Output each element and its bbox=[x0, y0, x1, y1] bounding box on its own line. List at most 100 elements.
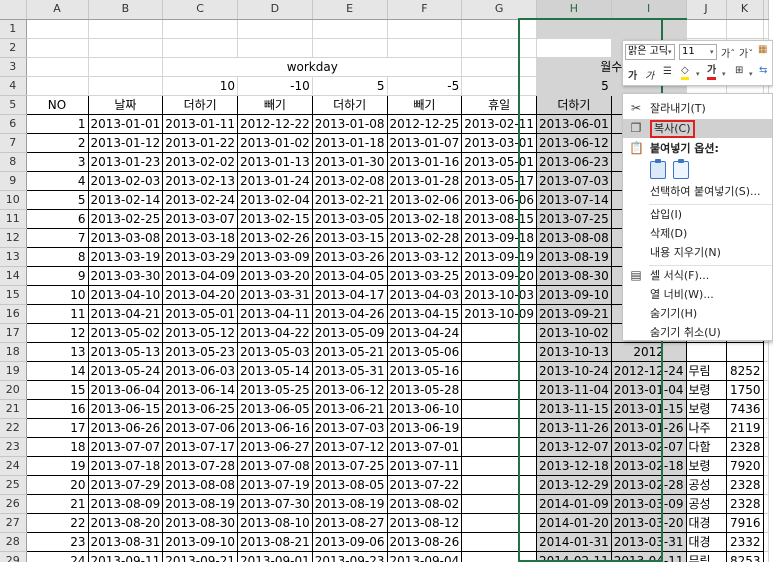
cell-D17[interactable]: 2013-04-22 bbox=[237, 322, 313, 343]
cell-C22[interactable]: 2013-07-06 bbox=[162, 417, 238, 438]
cell-H8[interactable]: 2013-06-23 bbox=[536, 151, 612, 172]
cell-A28[interactable]: 23 bbox=[25, 531, 89, 552]
row-header[interactable]: 28 bbox=[0, 532, 27, 552]
cell-H18[interactable]: 2013-10-13 bbox=[536, 341, 612, 362]
cell-B17[interactable]: 2013-05-02 bbox=[87, 322, 164, 343]
column-header-C[interactable]: C bbox=[162, 0, 238, 20]
column-header-D[interactable]: D bbox=[237, 0, 313, 20]
cell-H23[interactable]: 2013-12-07 bbox=[536, 436, 612, 457]
cell-D23[interactable]: 2013-06-27 bbox=[237, 436, 313, 457]
cell-J1[interactable] bbox=[686, 19, 727, 39]
cell-F23[interactable]: 2013-07-01 bbox=[386, 436, 463, 457]
row-header[interactable]: 5 bbox=[0, 95, 27, 115]
context-menu[interactable]: ✂ 잘라내기(T) ❐ 복사(C) 📋 붙여넣기 옵션: 선택하여 붙여넣기(S… bbox=[622, 93, 773, 341]
cell-I23[interactable]: 2013-02-07 bbox=[610, 436, 687, 457]
cell-D27[interactable]: 2013-08-10 bbox=[237, 512, 313, 533]
cell-B4[interactable] bbox=[88, 76, 164, 96]
cell-B10[interactable]: 2013-02-14 bbox=[87, 189, 164, 210]
menu-item-cut[interactable]: ✂ 잘라내기(T) bbox=[623, 99, 772, 118]
row-header[interactable]: 14 bbox=[0, 266, 27, 286]
cell-G25[interactable] bbox=[461, 474, 537, 495]
cell-G6[interactable]: 2013-02-11 bbox=[461, 113, 537, 134]
row-header[interactable]: 22 bbox=[0, 418, 27, 438]
cell-F8[interactable]: 2013-01-16 bbox=[386, 151, 463, 172]
row-header[interactable]: 4 bbox=[0, 76, 27, 96]
cell-C23[interactable]: 2013-07-17 bbox=[162, 436, 238, 457]
row-header[interactable]: 6 bbox=[0, 114, 27, 134]
cell-C16[interactable]: 2013-05-01 bbox=[162, 303, 238, 324]
cell-B12[interactable]: 2013-03-08 bbox=[87, 227, 164, 248]
column-header-A[interactable]: A bbox=[26, 0, 89, 20]
cell-D18[interactable]: 2013-05-03 bbox=[237, 341, 313, 362]
cell-G3[interactable] bbox=[461, 57, 537, 77]
cell-C21[interactable]: 2013-06-25 bbox=[162, 398, 238, 419]
cell-B13[interactable]: 2013-03-19 bbox=[87, 246, 164, 267]
cell-B11[interactable]: 2013-02-25 bbox=[87, 208, 164, 229]
cell-J22[interactable]: 나주 bbox=[685, 417, 727, 438]
cell-A1[interactable] bbox=[26, 19, 89, 39]
cell-C13[interactable]: 2013-03-29 bbox=[162, 246, 238, 267]
cell-B14[interactable]: 2013-03-30 bbox=[87, 265, 164, 286]
cell-E29[interactable]: 2013-09-23 bbox=[311, 550, 388, 562]
cell-B25[interactable]: 2013-07-29 bbox=[87, 474, 164, 495]
cell-F15[interactable]: 2013-04-03 bbox=[386, 284, 463, 305]
cell-F10[interactable]: 2013-02-06 bbox=[386, 189, 463, 210]
cell-G13[interactable]: 2013-09-19 bbox=[461, 246, 537, 267]
cell-I21[interactable]: 2013-01-15 bbox=[610, 398, 687, 419]
cell-G11[interactable]: 2013-08-15 bbox=[461, 208, 537, 229]
cell-C6[interactable]: 2013-01-11 bbox=[162, 113, 238, 134]
cell-A9[interactable]: 4 bbox=[25, 170, 89, 191]
cell-K27[interactable]: 7916 bbox=[725, 512, 764, 533]
row-header[interactable]: 25 bbox=[0, 475, 27, 495]
menu-item-paste-special[interactable]: 선택하여 붙여넣기(S)... bbox=[623, 182, 772, 201]
cell-E28[interactable]: 2013-09-06 bbox=[311, 531, 388, 552]
cell-A13[interactable]: 8 bbox=[25, 246, 89, 267]
cell-A2[interactable] bbox=[26, 38, 89, 58]
row-header[interactable]: 2 bbox=[0, 38, 27, 58]
cell-G17[interactable] bbox=[461, 322, 537, 343]
cell-H17[interactable]: 2013-10-02 bbox=[536, 322, 612, 343]
cell-F21[interactable]: 2013-06-10 bbox=[386, 398, 463, 419]
cell-C12[interactable]: 2013-03-18 bbox=[162, 227, 238, 248]
cell-E12[interactable]: 2013-03-15 bbox=[311, 227, 388, 248]
cell-D6[interactable]: 2012-12-22 bbox=[237, 113, 313, 134]
cell-I1[interactable] bbox=[611, 19, 687, 39]
cell-D25[interactable]: 2013-07-19 bbox=[237, 474, 313, 495]
font-name-dropdown-icon[interactable]: ▾ bbox=[668, 48, 672, 56]
cell-J21[interactable]: 보령 bbox=[685, 398, 727, 419]
row-header[interactable]: 27 bbox=[0, 513, 27, 533]
cell-F16[interactable]: 2013-04-15 bbox=[386, 303, 463, 324]
cell-B6[interactable]: 2013-01-01 bbox=[87, 113, 164, 134]
cell-A16[interactable]: 11 bbox=[25, 303, 89, 324]
cell-F7[interactable]: 2013-01-07 bbox=[386, 132, 463, 153]
cell-K26[interactable]: 2328 bbox=[725, 493, 764, 514]
cell-G12[interactable]: 2013-09-18 bbox=[461, 227, 537, 248]
cell-C3[interactable]: workday bbox=[162, 57, 463, 77]
cell-E24[interactable]: 2013-07-25 bbox=[311, 455, 388, 476]
column-header-E[interactable]: E bbox=[312, 0, 388, 20]
cell-B19[interactable]: 2013-05-24 bbox=[87, 360, 164, 381]
cell-E10[interactable]: 2013-02-21 bbox=[311, 189, 388, 210]
cell-H21[interactable]: 2013-11-15 bbox=[536, 398, 612, 419]
cell-G16[interactable]: 2013-10-09 bbox=[461, 303, 537, 324]
row-header[interactable]: 20 bbox=[0, 380, 27, 400]
borders-dropdown-icon[interactable]: ▾ bbox=[749, 70, 753, 78]
row-header[interactable]: 18 bbox=[0, 342, 27, 362]
cell-C28[interactable]: 2013-09-10 bbox=[162, 531, 238, 552]
cell-J19[interactable]: 무림 bbox=[685, 360, 727, 381]
cell-E19[interactable]: 2013-05-31 bbox=[311, 360, 388, 381]
cell-D28[interactable]: 2013-08-21 bbox=[237, 531, 313, 552]
cell-E15[interactable]: 2013-04-17 bbox=[311, 284, 388, 305]
cell-F12[interactable]: 2013-02-28 bbox=[386, 227, 463, 248]
cell-I26[interactable]: 2013-03-09 bbox=[610, 493, 687, 514]
cell-G23[interactable] bbox=[461, 436, 537, 457]
row-header[interactable]: 11 bbox=[0, 209, 27, 229]
cell-J25[interactable]: 공성 bbox=[685, 474, 727, 495]
cell-C26[interactable]: 2013-08-19 bbox=[162, 493, 238, 514]
cell-H16[interactable]: 2013-09-21 bbox=[536, 303, 612, 324]
cell-F6[interactable]: 2012-12-25 bbox=[386, 113, 463, 134]
cell-A26[interactable]: 21 bbox=[25, 493, 89, 514]
cell-K19[interactable]: 8252 bbox=[725, 360, 764, 381]
format-painter-icon[interactable]: ▦ bbox=[758, 44, 767, 55]
mini-toolbar[interactable]: 맑은 고딕 ▾ 11 ▾ 가ˆ 가ˇ ▦ 가 가 ☰ ◇ ▾ 가 ▾ ⊞ ▾ ⇆ bbox=[622, 40, 773, 86]
